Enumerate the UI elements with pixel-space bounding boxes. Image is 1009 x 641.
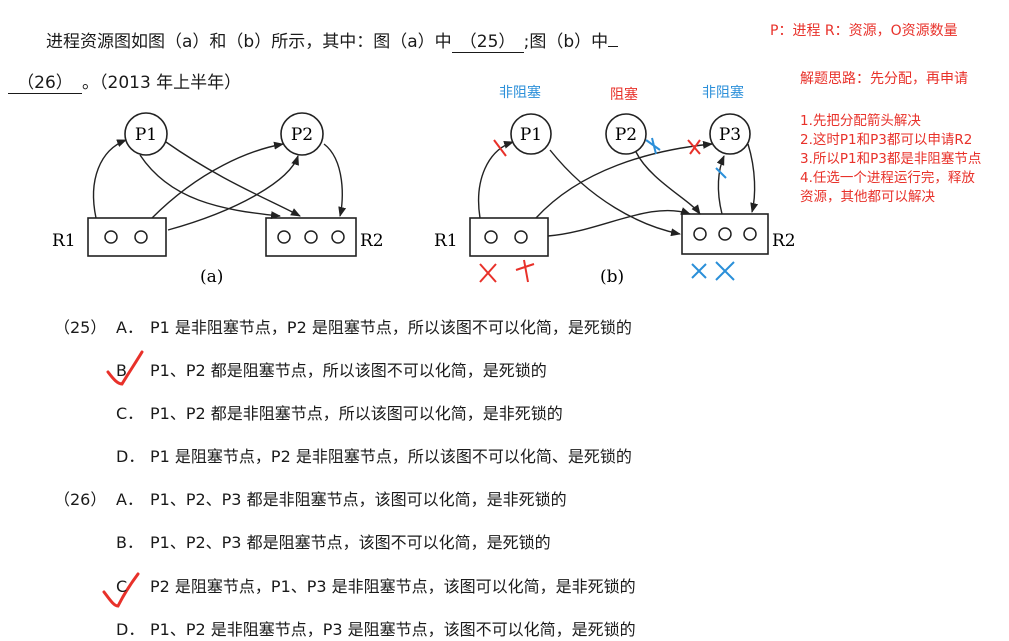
red-x-1 <box>479 263 497 283</box>
option-label: D． <box>116 447 145 466</box>
q25-option-c[interactable]: C． P1、P2 都是非阻塞节点，所以该图可以化简，是非死锁的 <box>116 400 563 424</box>
a-caption: (a) <box>200 267 223 287</box>
b-label-p3: 非阻塞 <box>702 85 744 101</box>
option-text: P1、P2 都是阻塞节点，所以该图不可以化简，是死锁的 <box>150 361 547 380</box>
note-legend: P：进程 R：资源，O资源数量 <box>770 23 958 39</box>
b-r1-box <box>469 217 549 257</box>
a-p1-label: P1 <box>135 125 157 145</box>
option-text: P1、P2、P3 都是非阻塞节点，该图可以化简，是非死锁的 <box>150 490 567 509</box>
b-label-p1: 非阻塞 <box>499 85 541 101</box>
option-text: P1、P2 是非阻塞节点，P3 是阻塞节点，该图不可以化简，是死锁的 <box>150 620 636 639</box>
note-step-5: 资源，其他都可以解决 <box>800 189 935 205</box>
b-caption: (b) <box>600 267 624 287</box>
note-step-4: 4.任选一个进程运行完，释放 <box>800 170 975 186</box>
option-text: P1、P2 都是非阻塞节点，所以该图可以化简，是非死锁的 <box>150 404 563 423</box>
option-label: B <box>116 361 127 380</box>
b-p3-label: P3 <box>719 125 741 145</box>
blue-x-2 <box>715 261 735 281</box>
a-p2-label: P2 <box>291 125 313 145</box>
b-label-p2: 阻塞 <box>610 87 638 103</box>
option-text: P1、P2、P3 都是阻塞节点，该图不可以化简，是死锁的 <box>150 533 551 552</box>
q25-number: （25） <box>54 318 107 337</box>
option-label: D． <box>116 620 145 639</box>
a-r1-label: R1 <box>52 231 76 251</box>
a-r2-label: R2 <box>360 231 384 251</box>
b-r1-label: R1 <box>434 231 458 251</box>
q25-option-b[interactable]: B P1、P2 都是阻塞节点，所以该图不可以化简，是死锁的 <box>116 357 547 381</box>
q26-option-b[interactable]: B． P1、P2、P3 都是阻塞节点，该图不可以化简，是死锁的 <box>116 529 551 553</box>
option-text: P2 是阻塞节点，P1、P3 是非阻塞节点，该图可以化简，是非死锁的 <box>150 577 636 596</box>
q25-option-a[interactable]: A． P1 是非阻塞节点，P2 是阻塞节点，所以该图不可以化简，是死锁的 <box>116 314 632 338</box>
a-r2-box <box>265 217 357 257</box>
b-r2-label: R2 <box>772 231 796 251</box>
q26-option-d[interactable]: D． P1、P2 是非阻塞节点，P3 是阻塞节点，该图不可以化简，是死锁的 <box>116 616 636 640</box>
b-p2-label: P2 <box>615 125 637 145</box>
option-label: C <box>116 577 128 596</box>
a-r1-box <box>87 217 167 257</box>
figure-a: P1 P2 R1 R2 (a) <box>52 112 384 287</box>
q26-option-a[interactable]: A． P1、P2、P3 都是非阻塞节点，该图可以化简，是非死锁的 <box>116 486 567 510</box>
q25-option-d[interactable]: D． P1 是阻塞节点，P2 是非阻塞节点，所以该图不可以化简、是死锁的 <box>116 443 632 467</box>
q26-option-c[interactable]: C P2 是阻塞节点，P1、P3 是非阻塞节点，该图可以化简，是非死锁的 <box>116 573 636 597</box>
b-r2-box <box>681 213 769 255</box>
b-p1-label: P1 <box>520 125 542 145</box>
note-step-1: 1.先把分配箭头解决 <box>800 113 921 129</box>
q26-number: （26） <box>54 490 107 509</box>
option-text: P1 是非阻塞节点，P2 是阻塞节点，所以该图不可以化简，是死锁的 <box>150 318 632 337</box>
option-label: A． <box>116 490 143 509</box>
option-label: C． <box>116 404 144 423</box>
note-step-3: 3.所以P1和P3都是非阻塞节点 <box>800 151 982 167</box>
note-step-2: 2.这时P1和P3都可以申请R2 <box>800 132 973 148</box>
note-idea: 解题思路：先分配，再申请 <box>800 71 968 87</box>
option-label: B． <box>116 533 143 552</box>
option-text: P1 是阻塞节点，P2 是非阻塞节点，所以该图不可以化简、是死锁的 <box>150 447 632 466</box>
option-label: A． <box>116 318 143 337</box>
red-x-2 <box>515 259 535 283</box>
blue-x-1 <box>691 263 707 279</box>
